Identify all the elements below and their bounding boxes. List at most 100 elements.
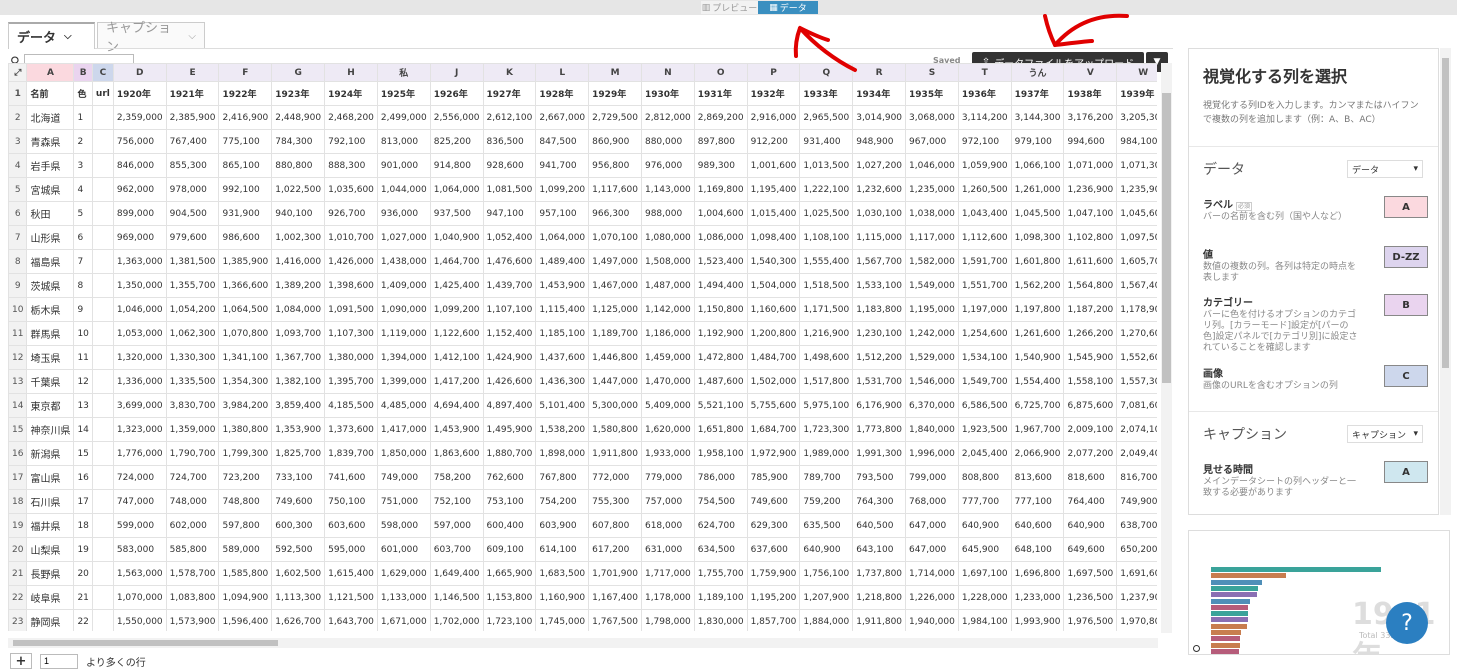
table-cell[interactable]: 1,714,000 [905,561,959,586]
table-cell[interactable]: 969,000 [112,225,167,250]
table-cell[interactable]: 645,900 [957,537,1012,562]
table-cell[interactable]: 750,100 [324,489,378,514]
scroll-thumb[interactable] [1162,93,1171,383]
table-cell[interactable]: 1,839,700 [324,441,378,466]
table-cell[interactable]: 589,000 [218,537,273,562]
table-cell[interactable]: 1,596,400 [218,609,273,631]
table-cell[interactable]: 777,700 [957,489,1012,514]
table-cell[interactable]: 6,725,700 [1010,393,1065,418]
table-cell[interactable]: 940,100 [271,201,326,226]
table-cell[interactable]: 752,100 [429,489,484,514]
table-cell[interactable]: 1,080,000 [640,225,695,250]
table-cell[interactable]: 1921年 [165,81,220,106]
table-cell[interactable]: 1,115,000 [852,225,907,250]
table-cell[interactable]: 16 [73,465,93,490]
table-cell[interactable]: 1,047,100 [1063,201,1118,226]
table-cell[interactable]: 1,416,000 [271,249,326,274]
table-cell[interactable]: 2,468,200 [324,105,378,130]
table-cell[interactable]: 富山県 [26,465,75,490]
table-cell[interactable]: 767,400 [165,129,220,154]
table-cell[interactable]: 941,700 [535,153,590,178]
table-cell[interactable]: 2,077,200 [1063,441,1118,466]
table-cell[interactable]: 2,359,000 [112,105,167,130]
table-cell[interactable]: 5,521,100 [693,393,748,418]
table-cell[interactable]: 群馬県 [26,321,75,346]
table-cell[interactable]: 1,070,000 [112,585,167,610]
table-cell[interactable]: 1,545,900 [1063,345,1118,370]
table-cell[interactable]: 1,071,000 [1063,153,1118,178]
table-cell[interactable]: 600,300 [271,513,326,538]
table-cell[interactable]: 1,551,700 [957,273,1012,298]
table-cell[interactable]: 1,117,000 [905,225,959,250]
table-cell[interactable]: 2,045,400 [957,441,1012,466]
table-cell[interactable]: 1,508,000 [640,249,695,274]
table-cell[interactable]: 1929年 [588,81,642,106]
table-cell[interactable]: 1,555,400 [799,249,854,274]
table-cell[interactable]: 1,531,700 [852,369,907,394]
column-letter-header[interactable]: C [91,63,114,82]
table-cell[interactable]: 1,502,000 [746,369,801,394]
table-cell[interactable]: 1,472,800 [693,345,748,370]
table-cell[interactable]: 3,830,700 [165,393,220,418]
table-cell[interactable] [91,561,114,586]
table-cell[interactable]: 914,800 [429,153,484,178]
table-cell[interactable]: 1,261,600 [1010,321,1065,346]
table-cell[interactable]: 1,093,700 [271,321,326,346]
table-cell[interactable]: 1,523,400 [693,249,748,274]
table-cell[interactable]: 764,300 [852,489,907,514]
table-cell[interactable]: 759,200 [799,489,854,514]
table-cell[interactable]: 1,911,800 [588,441,642,466]
table-cell[interactable]: 3,114,200 [957,105,1012,130]
table-cell[interactable]: 5,101,400 [535,393,590,418]
column-letter-header[interactable]: T [957,63,1012,82]
table-cell[interactable]: 1,195,200 [746,585,801,610]
table-cell[interactable]: 2,869,200 [693,105,748,130]
table-cell[interactable]: 1924年 [324,81,378,106]
table-cell[interactable]: 601,000 [376,537,431,562]
table-cell[interactable]: 1,533,100 [852,273,907,298]
table-cell[interactable]: 757,000 [640,489,695,514]
table-cell[interactable]: 880,800 [271,153,326,178]
table-cell[interactable]: 647,000 [905,537,959,562]
table-cell[interactable]: 3,859,400 [271,393,326,418]
table-cell[interactable] [91,513,114,538]
table-cell[interactable]: 1,115,400 [535,297,590,322]
table-cell[interactable]: 855,300 [165,153,220,178]
table-cell[interactable]: 1,107,100 [482,297,537,322]
table-cell[interactable]: 1,178,000 [640,585,695,610]
table-cell[interactable]: 956,800 [588,153,642,178]
row-number[interactable]: 14 [8,393,28,418]
time-column-input[interactable]: A [1384,461,1428,483]
table-cell[interactable]: 1,218,800 [852,585,907,610]
table-cell[interactable]: 768,000 [905,489,959,514]
table-cell[interactable]: 2,385,900 [165,105,220,130]
table-cell[interactable]: 1,464,700 [429,249,484,274]
table-cell[interactable]: 3,176,200 [1063,105,1118,130]
table-cell[interactable]: 784,300 [271,129,326,154]
table-cell[interactable]: 751,000 [376,489,431,514]
table-cell[interactable]: 4,185,500 [324,393,378,418]
table-cell[interactable]: 1,222,100 [799,177,854,202]
table-cell[interactable]: 1,567,700 [852,249,907,274]
table-cell[interactable]: 1,723,300 [799,417,854,442]
table-cell[interactable]: 1,150,800 [693,297,748,322]
table-cell[interactable]: 1,146,500 [429,585,484,610]
row-number[interactable]: 7 [8,225,28,250]
table-cell[interactable]: 1,125,000 [588,297,642,322]
table-cell[interactable]: 1,091,500 [324,297,378,322]
table-cell[interactable]: 1,798,000 [640,609,695,631]
table-cell[interactable]: 福井県 [26,513,75,538]
column-letter-header[interactable]: G [271,63,326,82]
table-cell[interactable]: 1,629,000 [376,561,431,586]
table-cell[interactable]: 1,395,700 [324,369,378,394]
table-cell[interactable]: 1,195,000 [905,297,959,322]
data-sheet-select[interactable]: データ ▾ [1347,160,1423,178]
table-cell[interactable]: 748,000 [165,489,220,514]
table-cell[interactable]: 1927年 [482,81,537,106]
table-cell[interactable]: 1,064,000 [429,177,484,202]
table-cell[interactable]: 2,556,000 [429,105,484,130]
panel-scrollbar[interactable] [1440,48,1451,515]
table-cell[interactable]: 9 [73,297,93,322]
column-letter-header[interactable]: 私 [376,63,431,82]
table-cell[interactable]: 1,389,200 [271,273,326,298]
